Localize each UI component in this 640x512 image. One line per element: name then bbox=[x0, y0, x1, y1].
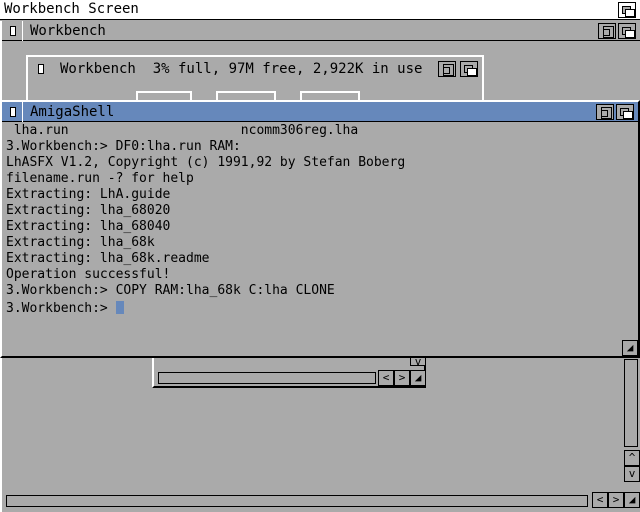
horizontal-scrollbar[interactable] bbox=[6, 495, 588, 507]
screen-title-bar[interactable]: Workbench Screen bbox=[0, 0, 640, 20]
shell-zoom-gadget-icon[interactable] bbox=[596, 104, 614, 120]
volume-zoom-gadget-icon[interactable] bbox=[438, 61, 456, 77]
shell-line: 3.Workbench:> bbox=[6, 299, 405, 317]
shell-size-gadget-icon[interactable]: ◢ bbox=[622, 340, 638, 356]
arrow-down-icon[interactable]: v bbox=[624, 466, 640, 482]
shell-console-output[interactable]: lha.run ncomm306reg.lha 3.Workbench:> DF0… bbox=[6, 123, 405, 317]
screen-title: Workbench Screen bbox=[4, 1, 139, 17]
shell-depth-gadget-icon[interactable] bbox=[616, 104, 634, 120]
screen-depth-gadget-icon[interactable] bbox=[618, 2, 636, 18]
arrow-right-icon[interactable]: > bbox=[608, 492, 624, 508]
shell-line: Extracting: LhA.guide bbox=[6, 187, 171, 202]
shell-line: Extracting: lha_68k bbox=[6, 235, 155, 250]
arrow-up-icon[interactable]: ^ bbox=[624, 450, 640, 466]
workbench-window-title: Workbench bbox=[30, 23, 106, 39]
shell-line: LhASFX V1.2, Copyright (c) 1991,92 by St… bbox=[6, 155, 406, 170]
workbench-zoom-gadget-icon[interactable] bbox=[598, 23, 616, 39]
amigashell-window: AmigaShell lha.run ncomm306reg.lha 3.Work… bbox=[0, 100, 640, 358]
workbench-depth-gadget-icon[interactable] bbox=[618, 23, 636, 39]
shell-window-title: AmigaShell bbox=[30, 104, 115, 120]
shell-line: filename.run -? for help bbox=[6, 171, 194, 186]
shell-line: Extracting: lha_68020 bbox=[6, 203, 171, 218]
size-gadget-icon[interactable]: ◢ bbox=[410, 370, 426, 386]
shell-line: lha.run ncomm306reg.lha bbox=[6, 123, 359, 138]
shell-close-gadget-icon[interactable] bbox=[4, 103, 22, 121]
volume-window-title: Workbench 3% full, 97M free, 2,922K in u… bbox=[60, 61, 423, 77]
volume-depth-gadget-icon[interactable] bbox=[460, 61, 478, 77]
volume-close-gadget-icon[interactable] bbox=[32, 60, 50, 78]
workbench-title-bar[interactable]: Workbench bbox=[2, 21, 640, 41]
volume-title-bar[interactable]: Workbench 3% full, 97M free, 2,922K in u… bbox=[28, 59, 482, 79]
shell-line: Extracting: lha_68040 bbox=[6, 219, 171, 234]
shell-line: Operation successful! bbox=[6, 267, 171, 282]
shell-title-bar[interactable]: AmigaShell bbox=[2, 102, 638, 122]
shell-line: Extracting: lha_68k.readme bbox=[6, 251, 210, 266]
arrow-left-icon[interactable]: < bbox=[592, 492, 608, 508]
arrow-right-icon[interactable]: > bbox=[394, 370, 410, 386]
shell-line: 3.Workbench:> DF0:lha.run RAM: bbox=[6, 139, 241, 154]
horizontal-scrollbar[interactable] bbox=[158, 372, 376, 384]
vertical-scrollbar[interactable] bbox=[624, 359, 638, 447]
size-gadget-icon[interactable]: ◢ bbox=[624, 492, 640, 508]
shell-line: 3.Workbench:> COPY RAM:lha_68k C:lha CLO… bbox=[6, 283, 335, 298]
arrow-left-icon[interactable]: < bbox=[378, 370, 394, 386]
hidden-window-bottom: < > ◢ v bbox=[152, 354, 426, 388]
workbench-close-gadget-icon[interactable] bbox=[4, 22, 22, 40]
text-cursor bbox=[115, 301, 124, 314]
